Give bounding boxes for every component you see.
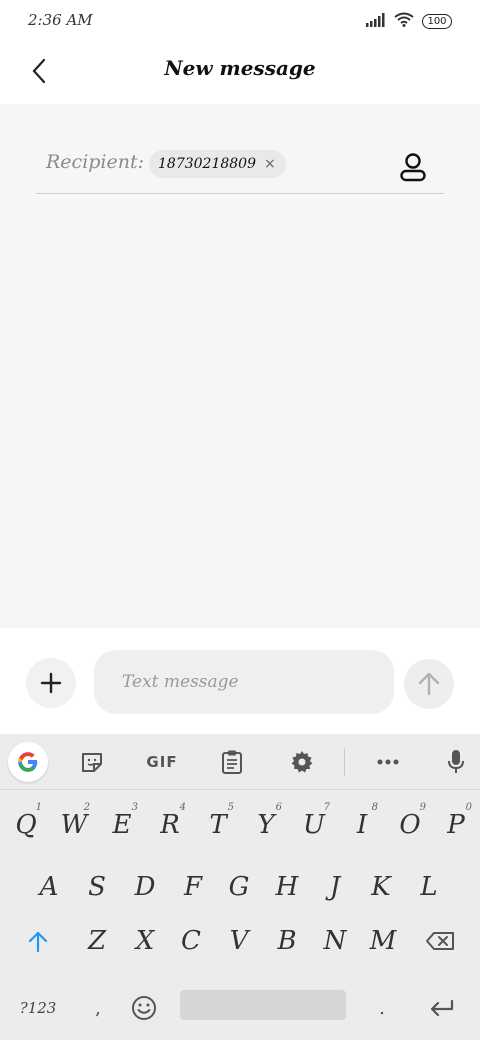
status-icons: 100 bbox=[366, 12, 452, 31]
app-header: New message bbox=[0, 40, 480, 104]
page-title: New message bbox=[164, 56, 316, 80]
send-button[interactable] bbox=[404, 659, 454, 709]
space-key[interactable] bbox=[180, 990, 346, 1020]
gif-label: GIF bbox=[146, 753, 178, 771]
enter-key[interactable] bbox=[418, 988, 466, 1028]
sticker-button[interactable] bbox=[76, 746, 108, 778]
attach-button[interactable] bbox=[26, 658, 76, 708]
wifi-icon bbox=[394, 12, 414, 31]
key-s[interactable]: S bbox=[73, 858, 121, 916]
keyboard-toolbar: GIF bbox=[0, 734, 480, 790]
keyboard: GIF Q 1 W 2 E 3 R 4 T 5 Y 6 U 7 I 8 O 9 … bbox=[0, 734, 480, 1040]
status-bar: 2:36 AM 100 bbox=[0, 0, 480, 40]
shift-key[interactable] bbox=[14, 912, 62, 970]
add-contact-button[interactable] bbox=[396, 150, 430, 184]
key-p[interactable]: P0 bbox=[432, 796, 480, 854]
key-x[interactable]: X bbox=[121, 912, 169, 970]
message-input[interactable] bbox=[94, 650, 394, 714]
key-d[interactable]: D bbox=[121, 858, 169, 916]
key-t[interactable]: T5 bbox=[194, 796, 242, 854]
more-button[interactable] bbox=[372, 746, 404, 778]
voice-input-button[interactable] bbox=[440, 746, 472, 778]
gear-icon bbox=[291, 751, 313, 773]
google-search-button[interactable] bbox=[8, 742, 48, 782]
battery-icon: 100 bbox=[422, 14, 452, 29]
key-o[interactable]: O9 bbox=[386, 796, 434, 854]
clipboard-icon bbox=[222, 750, 242, 774]
google-icon bbox=[18, 752, 38, 772]
recipient-label: Recipient: bbox=[46, 151, 145, 173]
key-q[interactable]: Q1 bbox=[2, 796, 50, 854]
key-h[interactable]: H bbox=[263, 858, 311, 916]
key-y[interactable]: Y6 bbox=[242, 796, 290, 854]
microphone-icon bbox=[448, 750, 464, 773]
symbols-key[interactable]: ?123 bbox=[10, 988, 66, 1028]
recipient-row: Recipient: 18730218809 × bbox=[36, 142, 444, 194]
compose-bar bbox=[0, 628, 480, 734]
settings-button[interactable] bbox=[286, 746, 318, 778]
send-arrow-icon bbox=[418, 672, 440, 696]
backspace-icon bbox=[426, 932, 454, 950]
toolbar-divider bbox=[344, 748, 345, 776]
enter-icon bbox=[430, 999, 454, 1017]
emoji-key[interactable] bbox=[124, 988, 164, 1028]
shift-arrow-icon bbox=[28, 931, 48, 952]
recipient-chip[interactable]: 18730218809 × bbox=[149, 150, 286, 178]
key-r[interactable]: R4 bbox=[146, 796, 194, 854]
backspace-key[interactable] bbox=[416, 912, 464, 970]
status-time: 2:36 AM bbox=[28, 11, 93, 29]
key-l[interactable]: L bbox=[405, 858, 453, 916]
key-f[interactable]: F bbox=[169, 858, 217, 916]
more-dots-icon bbox=[377, 759, 399, 765]
key-e[interactable]: E3 bbox=[98, 796, 146, 854]
comma-key[interactable]: , bbox=[78, 988, 118, 1028]
key-i[interactable]: I8 bbox=[338, 796, 386, 854]
clipboard-button[interactable] bbox=[216, 746, 248, 778]
key-k[interactable]: K bbox=[357, 858, 405, 916]
period-key[interactable]: . bbox=[362, 988, 402, 1028]
sticker-icon bbox=[82, 753, 102, 772]
remove-recipient-icon[interactable]: × bbox=[264, 156, 276, 172]
key-m[interactable]: M bbox=[359, 912, 407, 970]
key-a[interactable]: A bbox=[25, 858, 73, 916]
emoji-icon bbox=[132, 996, 156, 1020]
key-j[interactable]: J bbox=[311, 858, 359, 916]
signal-icon bbox=[366, 12, 386, 31]
key-w[interactable]: W2 bbox=[50, 796, 98, 854]
key-z[interactable]: Z bbox=[73, 912, 121, 970]
contact-icon bbox=[400, 153, 426, 182]
key-n[interactable]: N bbox=[311, 912, 359, 970]
key-c[interactable]: C bbox=[167, 912, 215, 970]
key-g[interactable]: G bbox=[215, 858, 263, 916]
gif-button[interactable]: GIF bbox=[140, 746, 184, 778]
key-v[interactable]: V bbox=[215, 912, 263, 970]
recipient-chip-text: 18730218809 bbox=[158, 156, 256, 172]
key-u[interactable]: U7 bbox=[290, 796, 338, 854]
plus-icon bbox=[40, 672, 62, 694]
key-b[interactable]: B bbox=[263, 912, 311, 970]
